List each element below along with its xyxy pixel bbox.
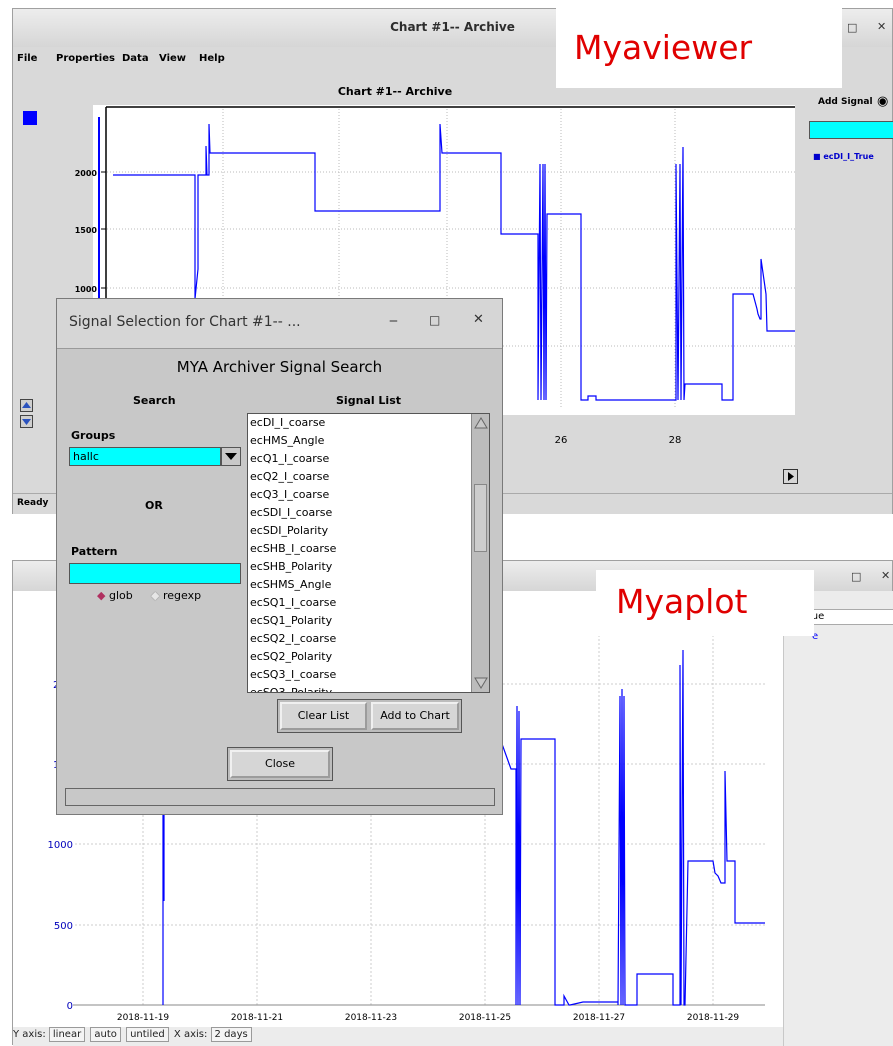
add-signal-label: Add Signal xyxy=(818,97,873,107)
status-text: Ready xyxy=(17,498,49,508)
signal-selection-dialog: Signal Selection for Chart #1-- ... ‒ □ … xyxy=(56,298,503,815)
y-tick-label: 500 xyxy=(54,921,73,932)
y-tick-label: 1500 xyxy=(75,226,98,235)
y-tick-label: 2000 xyxy=(75,169,98,178)
signal-list-item[interactable]: ecHMS_Angle xyxy=(248,432,489,450)
scrollbar-thumb[interactable] xyxy=(474,484,487,552)
x-tick-label: 2018-11-27 xyxy=(573,1013,625,1023)
dialog-title: Signal Selection for Chart #1-- ... xyxy=(69,314,301,330)
dialog-heading: MYA Archiver Signal Search xyxy=(176,358,383,376)
maximize-icon[interactable]: □ xyxy=(851,570,861,583)
scroll-up-button[interactable] xyxy=(20,399,33,412)
signal-list-item[interactable]: ecSQ1_I_coarse xyxy=(248,594,489,612)
scroll-right-button[interactable] xyxy=(783,469,798,484)
close-icon[interactable]: ✕ xyxy=(473,312,484,327)
x-tick-label: 2018-11-21 xyxy=(231,1013,283,1023)
myaviewer-label: Myaviewer xyxy=(574,28,753,67)
radio-glob[interactable]: ◆ glob xyxy=(97,589,133,602)
search-label: Search xyxy=(133,394,176,407)
progress-bar xyxy=(65,788,495,806)
y-axis-label: Y axis: xyxy=(13,1029,46,1040)
signal-list-item[interactable]: ecQ2_I_coarse xyxy=(248,468,489,486)
dialog-titlebar[interactable]: Signal Selection for Chart #1-- ... ‒ □ … xyxy=(57,299,502,349)
groups-dropdown-button[interactable] xyxy=(221,447,241,466)
signal-list-item[interactable]: ecSHMS_Angle xyxy=(248,576,489,594)
maximize-icon[interactable]: □ xyxy=(429,313,440,327)
signal-list-label: Signal List xyxy=(336,394,402,407)
status-bar: Y axis: linear auto untiled X axis: 2 da… xyxy=(13,1027,783,1046)
signal-list-items: ecDI_I_coarse ecHMS_Angle ecQ1_I_coarse ecQ… xyxy=(248,414,489,692)
y-scale-chip[interactable]: linear xyxy=(48,1027,86,1042)
minimize-icon[interactable]: ‒ xyxy=(389,313,398,329)
legend-panel: True e xyxy=(783,591,893,1046)
y-tick-label: 0 xyxy=(67,1001,73,1012)
x-tick-label: 2018-11-25 xyxy=(459,1013,511,1023)
x-tick-label: 2018-11-23 xyxy=(345,1013,397,1023)
list-button-group: Clear List Add to Chart xyxy=(277,699,462,733)
signal-list-item[interactable]: ecQ1_I_coarse xyxy=(248,450,489,468)
signal-legend[interactable]: ■ ecDI_I_True xyxy=(813,152,874,161)
y-range-chip[interactable]: auto xyxy=(90,1027,121,1042)
scroll-down-icon xyxy=(474,677,488,689)
x-tick-label: 2018-11-19 xyxy=(117,1013,170,1023)
x-tick-label: 2018-11-29 xyxy=(687,1013,740,1023)
clear-list-button[interactable]: Clear List xyxy=(280,702,367,730)
binoculars-icon[interactable]: ◉ xyxy=(877,94,888,109)
x-tick-label: 28 xyxy=(669,435,682,446)
myaplot-label: Myaplot xyxy=(616,582,748,621)
signal-list[interactable]: ecDI_I_coarse ecHMS_Angle ecQ1_I_coarse ecQ… xyxy=(247,413,490,693)
pattern-label: Pattern xyxy=(71,545,118,558)
or-label: OR xyxy=(145,499,163,512)
y-tick-label: 1000 xyxy=(48,840,73,851)
close-button[interactable]: Close xyxy=(230,750,330,778)
scroll-up-icon xyxy=(474,417,488,429)
groups-label: Groups xyxy=(71,429,116,442)
radio-regexp-label: regexp xyxy=(162,589,202,602)
x-axis-label: X axis: xyxy=(173,1029,208,1040)
scroll-down-button[interactable] xyxy=(20,415,33,428)
y-tick-label: 1000 xyxy=(75,285,98,294)
signal-list-item[interactable]: ecSQ2_I_coarse xyxy=(248,630,489,648)
groups-select[interactable]: hallc xyxy=(69,447,221,466)
close-icon[interactable]: ✕ xyxy=(881,569,890,582)
radio-unselected-icon: ◆ xyxy=(151,589,160,602)
radio-selected-icon: ◆ xyxy=(97,589,106,602)
add-to-chart-button[interactable]: Add to Chart xyxy=(371,702,459,730)
myaplot-overlay: Myaplot xyxy=(596,570,814,636)
signal-list-item[interactable]: ecSHB_Polarity xyxy=(248,558,489,576)
radio-regexp[interactable]: ◆ regexp xyxy=(151,589,201,602)
y-title-chip[interactable]: untiled xyxy=(126,1027,169,1042)
chevron-down-icon xyxy=(225,453,237,460)
signal-list-item[interactable]: ecSHB_I_coarse xyxy=(248,540,489,558)
signal-list-item[interactable]: ecSQ3_I_coarse xyxy=(248,666,489,684)
signal-list-item[interactable]: ecSQ3_Polarity xyxy=(248,684,489,692)
myaviewer-overlay: Myaviewer xyxy=(556,8,842,88)
x-tick-label: 26 xyxy=(555,435,568,446)
add-signal-input[interactable] xyxy=(809,121,893,139)
x-span-chip[interactable]: 2 days xyxy=(210,1027,252,1042)
signal-list-item[interactable]: ecSQ1_Polarity xyxy=(248,612,489,630)
signal-legend-label: ecDI_I_True xyxy=(823,152,874,161)
signal-list-item[interactable]: ecSDI_Polarity xyxy=(248,522,489,540)
signal-list-item[interactable]: ecQ3_I_coarse xyxy=(248,486,489,504)
signal-list-item[interactable]: ecDI_I_coarse xyxy=(248,414,489,432)
close-button-frame: Close xyxy=(227,747,333,781)
signal-list-item[interactable]: ecSQ2_Polarity xyxy=(248,648,489,666)
radio-glob-label: glob xyxy=(108,589,133,602)
signal-list-scrollbar[interactable] xyxy=(471,414,489,692)
pattern-input[interactable] xyxy=(69,563,241,584)
signal-list-item[interactable]: ecSDI_I_coarse xyxy=(248,504,489,522)
